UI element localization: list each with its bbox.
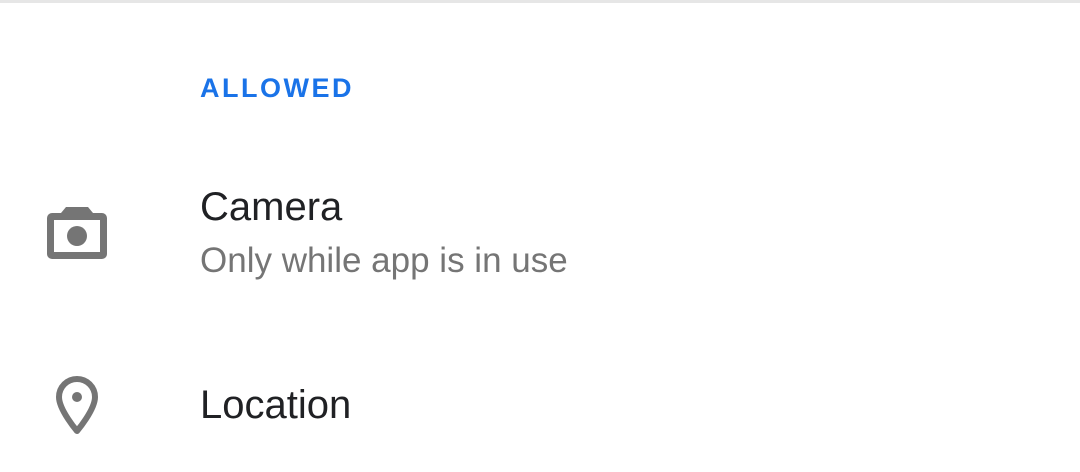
permission-title: Location [200, 383, 352, 427]
location-pin-icon [56, 376, 98, 434]
section-header-allowed: ALLOWED [200, 73, 354, 103]
camera-icon [47, 207, 107, 259]
permission-title: Camera [200, 185, 343, 229]
permission-item-camera[interactable]: Camera Only while app is in use [0, 160, 1080, 310]
top-divider [0, 0, 1080, 3]
permission-item-location[interactable]: Location [0, 340, 1080, 472]
permission-summary: Only while app is in use [200, 241, 568, 280]
